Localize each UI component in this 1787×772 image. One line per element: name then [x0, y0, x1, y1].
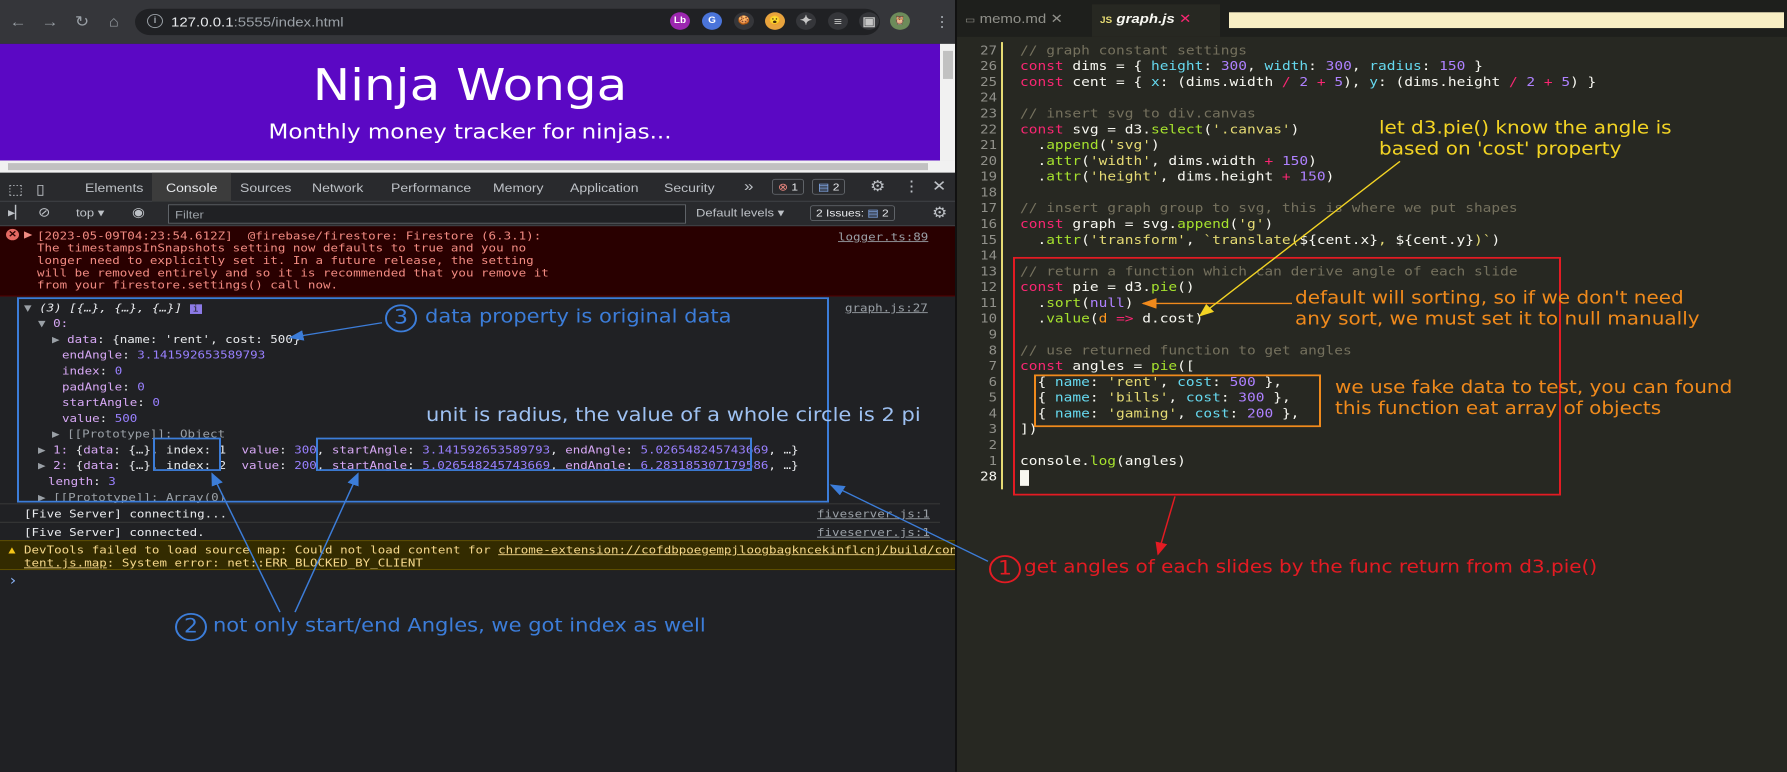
arrow-from-box: [1155, 496, 1176, 556]
arrow-to-object: [829, 484, 989, 562]
arrow-to-angles: [294, 472, 359, 613]
arrow-to-data: [288, 322, 383, 341]
annotation-arrows: [211, 160, 1401, 613]
arrow-to-value: [1198, 160, 1401, 317]
arrow-to-index: [211, 472, 281, 613]
